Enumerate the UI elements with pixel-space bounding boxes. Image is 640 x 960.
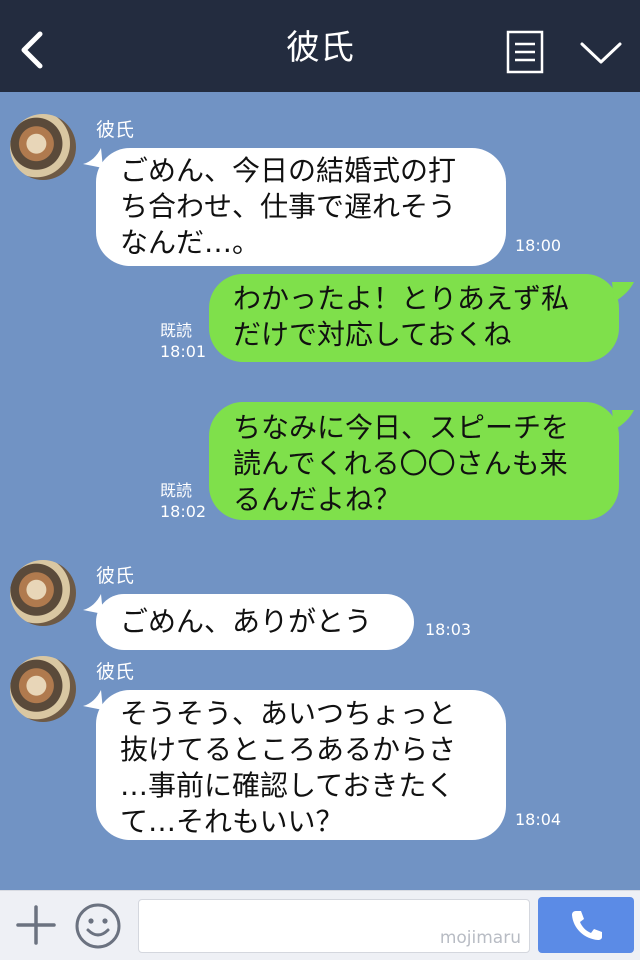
bubble-tail [612, 282, 634, 302]
message-text: わかったよ！とりあえず私 だけで対応しておくね [233, 282, 570, 351]
call-button[interactable] [538, 897, 634, 953]
read-label: 既読 [160, 321, 193, 340]
message-bubble-incoming[interactable]: ごめん、ありがとう [96, 594, 414, 650]
message-bubble-incoming[interactable]: そうそう、あいつちょっと 抜けてるところあるからさ …事前に確認しておきたく て… [96, 690, 506, 840]
bubble-tail [612, 410, 634, 430]
message-composer: mojimaru [0, 890, 640, 960]
chat-header: 彼氏 [0, 0, 640, 92]
chat-area[interactable]: 彼氏 ごめん、今日の結婚式の打 ち合わせ、仕事で遅れそう なんだ…。 18:00… [0, 92, 640, 890]
avatar[interactable] [10, 114, 76, 180]
sender-name: 彼氏 [96, 661, 135, 683]
message-text: ごめん、今日の結婚式の打 ち合わせ、仕事で遅れそう なんだ…。 [120, 154, 457, 259]
phone-icon [572, 911, 602, 940]
read-receipt: 既読 18:02 [160, 480, 206, 522]
message-input[interactable]: mojimaru [138, 899, 530, 953]
message-time: 18:04 [515, 810, 562, 829]
back-chevron-icon[interactable] [14, 28, 50, 72]
avatar[interactable] [10, 656, 76, 722]
message-bubble-incoming[interactable]: ごめん、今日の結婚式の打 ち合わせ、仕事で遅れそう なんだ…。 [96, 148, 506, 266]
read-receipt: 既読 18:01 [160, 320, 206, 362]
menu-document-icon[interactable] [506, 30, 544, 74]
message-text: そうそう、あいつちょっと 抜けてるところあるからさ …事前に確認しておきたく て… [120, 697, 457, 838]
sender-name: 彼氏 [96, 565, 135, 587]
chevron-down-icon[interactable] [578, 34, 624, 72]
message-time: 18:02 [160, 502, 207, 521]
message-text: ちなみに今日、スピーチを 読んでくれる〇〇さんも来 るんだよね？ [233, 411, 570, 516]
read-label: 既読 [160, 481, 193, 500]
message-time: 18:03 [425, 620, 472, 639]
sender-name: 彼氏 [96, 119, 135, 141]
avatar[interactable] [10, 560, 76, 626]
smile-icon[interactable] [74, 902, 122, 950]
message-bubble-outgoing[interactable]: わかったよ！とりあえず私 だけで対応しておくね [209, 274, 619, 362]
message-time: 18:01 [160, 342, 207, 361]
chat-title: 彼氏 [286, 28, 354, 68]
message-text: ごめん、ありがとう [120, 605, 373, 638]
plus-icon[interactable] [16, 905, 56, 945]
watermark-text: mojimaru [439, 928, 521, 948]
message-time: 18:00 [515, 236, 562, 255]
message-bubble-outgoing[interactable]: ちなみに今日、スピーチを 読んでくれる〇〇さんも来 るんだよね？ [209, 402, 619, 520]
